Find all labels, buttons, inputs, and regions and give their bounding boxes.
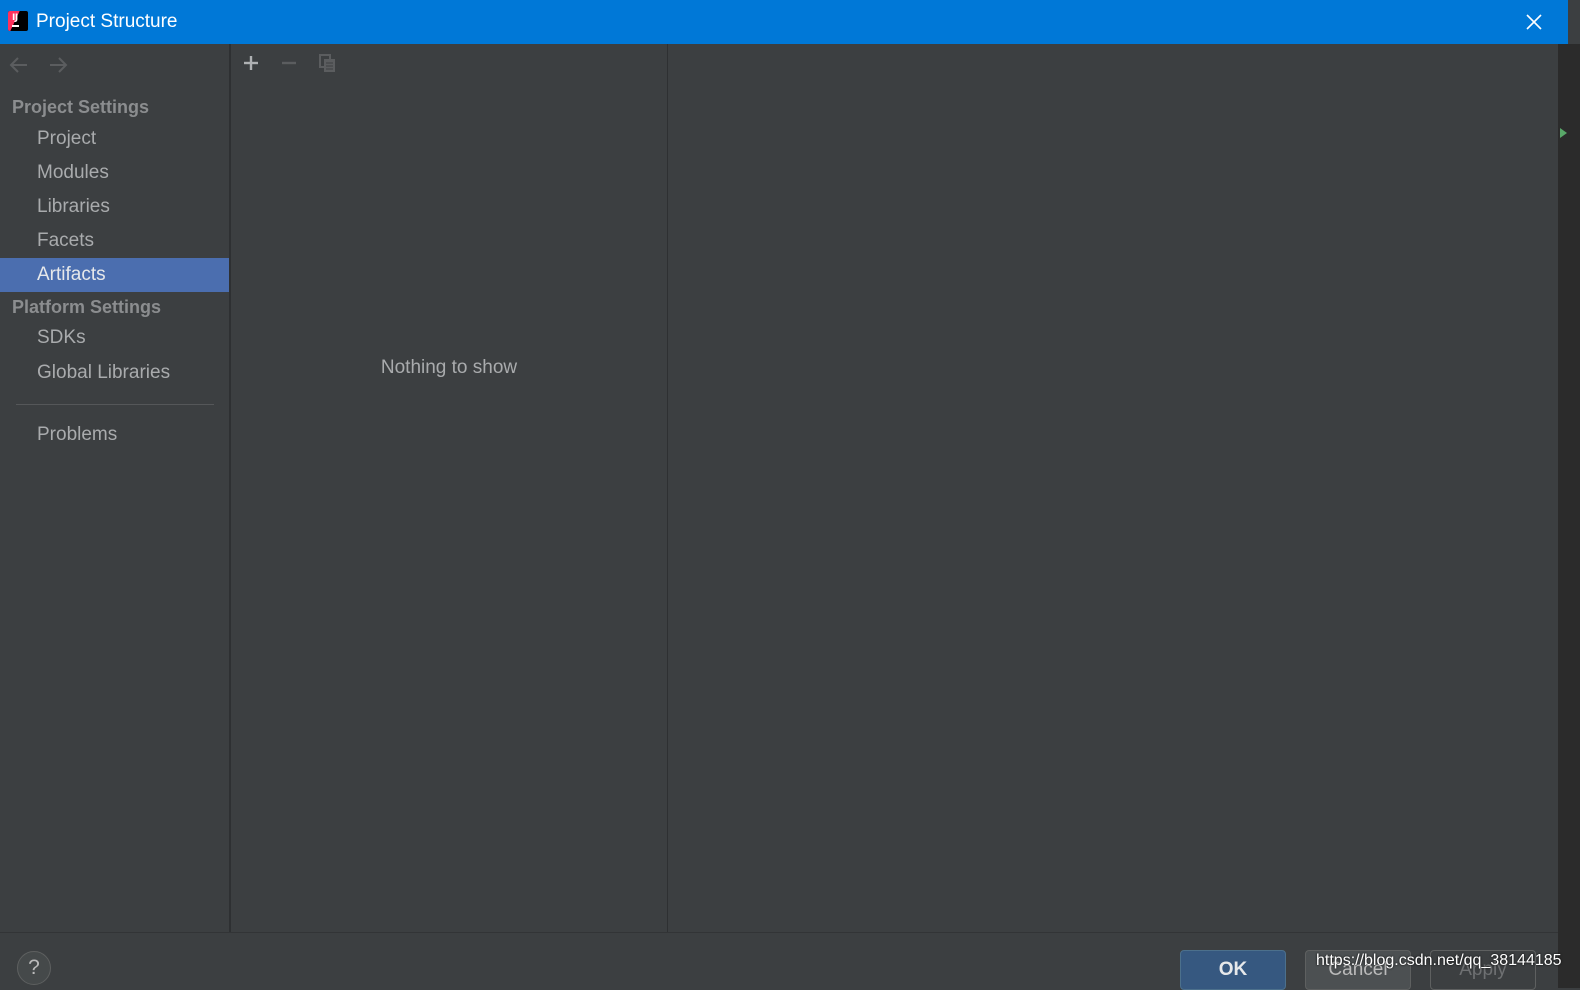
sidebar-item-project[interactable]: Project — [0, 122, 229, 156]
sidebar-item-label: Libraries — [37, 196, 110, 217]
minus-icon — [282, 61, 296, 65]
sidebar-item-artifacts[interactable]: Artifacts — [0, 258, 229, 292]
remove-button[interactable] — [278, 52, 300, 74]
sidebar-item-label: Facets — [37, 230, 95, 251]
artifact-details-pane — [668, 44, 1558, 932]
forward-button[interactable] — [46, 54, 70, 76]
background-window-edge — [1558, 44, 1580, 988]
sidebar-item-libraries[interactable]: Libraries — [0, 190, 229, 224]
platform-settings-header: Platform Settings — [12, 297, 162, 317]
intellij-icon: IJ — [8, 11, 28, 31]
ok-button[interactable]: OK — [1180, 950, 1286, 990]
sidebar: Project Settings Project Modules Librari… — [0, 44, 229, 932]
sidebar-item-problems[interactable]: Problems — [0, 418, 229, 452]
project-settings-header: Project Settings — [12, 97, 150, 117]
sidebar-item-label: Global Libraries — [37, 362, 171, 383]
sidebar-item-label: Artifacts — [37, 264, 106, 285]
sidebar-item-label: SDKs — [37, 327, 86, 348]
copy-icon — [319, 54, 335, 72]
copy-button[interactable] — [317, 52, 339, 74]
sidebar-divider — [16, 404, 214, 405]
title-bar: IJ Project Structure — [0, 0, 1568, 44]
add-button[interactable] — [240, 52, 262, 74]
sidebar-item-label: Project — [37, 128, 97, 149]
sidebar-item-sdks[interactable]: SDKs — [0, 321, 229, 355]
artifacts-list-pane: Nothing to show — [231, 44, 667, 932]
back-arrow-icon — [9, 57, 27, 73]
sidebar-item-global-libraries[interactable]: Global Libraries — [0, 356, 229, 390]
sidebar-item-facets[interactable]: Facets — [0, 224, 229, 258]
empty-list-message: Nothing to show — [380, 357, 518, 378]
sidebar-item-label: Problems — [37, 424, 118, 445]
back-button[interactable] — [7, 54, 31, 76]
run-marker-icon — [1560, 128, 1567, 138]
help-button[interactable]: ? — [17, 951, 51, 985]
sidebar-item-modules[interactable]: Modules — [0, 156, 229, 190]
sidebar-item-label: Modules — [37, 162, 109, 183]
window-title: Project Structure — [36, 11, 178, 32]
plus-icon — [244, 56, 258, 70]
forward-arrow-icon — [50, 57, 68, 73]
close-button[interactable] — [1518, 6, 1550, 38]
close-icon — [1526, 14, 1542, 30]
watermark-url: https://blog.csdn.net/qq_38144185 — [1316, 952, 1562, 969]
